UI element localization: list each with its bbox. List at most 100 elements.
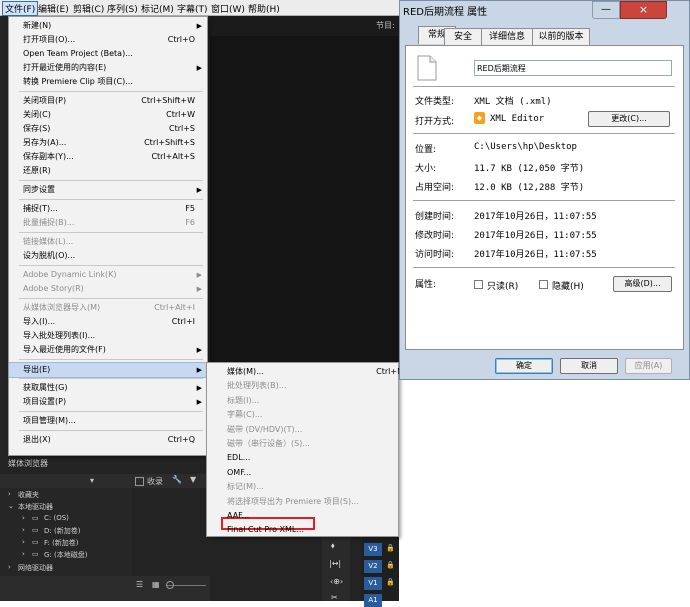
menu-item-label: 获取属性(G) — [23, 383, 68, 392]
export-menu-item[interactable]: EDL... — [207, 451, 398, 465]
tab-security[interactable]: 安全 — [444, 28, 482, 46]
tab-previous-versions[interactable]: 以前的版本 — [532, 28, 590, 46]
open-with-value: XML Editor — [490, 114, 545, 124]
menu-item-label: 磁带（串行设备）(S)... — [227, 439, 310, 448]
file-menu-item[interactable]: 导出(E) ▶ — [9, 362, 207, 378]
tree-drive-d[interactable]: › ▭ D: (新加卷) — [0, 526, 130, 538]
menu-clip[interactable]: 剪辑(C) — [73, 2, 104, 15]
menu-item-label: 字幕(C)... — [227, 410, 263, 420]
file-menu-item[interactable]: 转换 Premiere Clip 项目(C)... — [9, 75, 207, 89]
menu-item-shortcut: F5 — [185, 204, 195, 213]
menu-sequence[interactable]: 序列(S) — [107, 2, 138, 15]
file-menu-item[interactable]: Open Team Project (Beta)... — [9, 47, 207, 61]
filter-icon[interactable]: ▼ — [190, 475, 196, 484]
menu-item-label: EDL... — [227, 453, 251, 463]
menu-file[interactable]: 文件(F) — [2, 1, 39, 16]
tree-drive-f[interactable]: › ▭ F: (新加卷) — [0, 538, 130, 550]
menu-item-shortcut: Ctrl+Alt+S — [151, 152, 195, 161]
file-menu-item[interactable]: 项目管理(M)... — [9, 414, 207, 428]
dropdown-icon[interactable]: ▾ — [90, 476, 94, 485]
menu-marker[interactable]: 标记(M) — [141, 2, 174, 15]
change-button[interactable]: 更改(C)... — [588, 111, 670, 127]
lock-icon[interactable]: 🔒 — [386, 561, 395, 569]
zoom-slider-handle[interactable] — [166, 581, 174, 589]
file-menu-item[interactable]: 还原(R) — [9, 164, 207, 178]
media-browser-title: 媒体浏览器 — [8, 459, 48, 468]
export-menu-item: 标记(M)... — [207, 480, 398, 494]
track-select-icon[interactable]: ⬧ — [331, 541, 335, 551]
file-menu-item[interactable]: 关闭项目(P) Ctrl+Shift+W — [9, 94, 207, 108]
menu-bar: 文件(F) 编辑(E) 剪辑(C) 序列(S) 标记(M) 字幕(T) 窗口(W… — [0, 0, 399, 16]
created-value: 2017年10月26日，11:07:55 — [474, 212, 597, 222]
chevron-right-icon: › — [8, 563, 11, 571]
file-menu-item[interactable]: 导入批处理列表(I)... — [9, 329, 207, 343]
file-menu-item[interactable]: 设为脱机(O)... — [9, 249, 207, 263]
menu-item-label: 导出(E) — [23, 365, 51, 374]
menu-edit[interactable]: 编辑(E) — [38, 2, 69, 15]
divider — [413, 267, 675, 268]
rolling-edit-icon[interactable]: ‹⊕› — [330, 577, 343, 586]
menu-title[interactable]: 字幕(T) — [177, 2, 208, 15]
readonly-checkbox[interactable] — [474, 280, 483, 289]
tree-favorites[interactable]: › 收藏夹 — [0, 490, 130, 502]
export-menu-item[interactable]: Final Cut Pro XML... — [207, 523, 398, 537]
file-menu-item[interactable]: 获取属性(G) ▶ — [9, 381, 207, 395]
modified-value: 2017年10月26日，11:07:55 — [474, 231, 597, 241]
export-menu-item[interactable]: OMF... — [207, 466, 398, 480]
file-menu-item[interactable]: 导入最近使用的文件(F) ▶ — [9, 343, 207, 357]
advanced-button[interactable]: 高级(D)... — [613, 276, 672, 292]
tree-network-drives[interactable]: › 网络驱动器 — [0, 563, 130, 575]
tree-local-drives[interactable]: ⌄ 本地驱动器 — [0, 502, 130, 514]
ripple-edit-icon[interactable]: |↔| — [329, 559, 341, 568]
dialog-body — [405, 45, 684, 350]
file-menu-item[interactable]: 保存(S) Ctrl+S — [9, 122, 207, 136]
file-menu-item[interactable]: 导入(I)... Ctrl+I — [9, 315, 207, 329]
lock-icon[interactable]: 🔒 — [386, 544, 395, 552]
export-menu-item[interactable]: AAF... — [207, 509, 398, 523]
export-menu-item: 字幕(C)... — [207, 408, 398, 422]
tree-drive-g[interactable]: › ▭ G: (本地磁盘) — [0, 550, 130, 562]
track-v1[interactable]: V1 — [364, 577, 382, 590]
file-menu-item[interactable]: 新建(N) ▶ — [9, 19, 207, 33]
menu-help[interactable]: 帮助(H) — [248, 2, 280, 15]
export-menu-item[interactable]: 媒体(M)... Ctrl+M — [207, 365, 404, 379]
track-v2[interactable]: V2 — [364, 560, 382, 573]
file-menu-item[interactable]: 捕捉(T)... F5 — [9, 202, 207, 216]
close-button[interactable]: × — [620, 1, 667, 19]
tab-details[interactable]: 详细信息 — [481, 28, 533, 46]
file-menu-item[interactable]: 另存为(A)... Ctrl+Shift+S — [9, 136, 207, 150]
menu-separator — [19, 430, 203, 431]
hidden-checkbox[interactable] — [539, 280, 548, 289]
filename-input[interactable] — [474, 60, 672, 76]
menu-window[interactable]: 窗口(W) — [211, 2, 245, 15]
submenu-arrow-icon: ▶ — [196, 384, 202, 392]
grid-view-icon[interactable]: ▦ — [152, 580, 160, 589]
file-menu-item: Adobe Story(R) ▶ — [9, 282, 207, 296]
list-view-icon[interactable]: ☰ — [136, 580, 143, 589]
ok-button[interactable]: 确定 — [495, 358, 553, 374]
readonly-label: 只读(R) — [487, 282, 519, 292]
file-menu-item[interactable]: 打开最近使用的内容(E) ▶ — [9, 61, 207, 75]
media-browser-toolbar: ▾ 收录 🔧 ▼ — [0, 474, 210, 488]
file-menu-item: 链接媒体(L)... — [9, 235, 207, 249]
wrench-icon[interactable]: 🔧 — [172, 475, 182, 484]
tools-panel: ⬧ |↔| ‹⊕› ✂ — [322, 537, 350, 602]
lock-icon[interactable]: 🔒 — [386, 578, 395, 586]
file-menu-item[interactable]: 退出(X) Ctrl+Q — [9, 433, 207, 447]
media-browser-tree: › 收藏夹 ⌄ 本地驱动器 › ▭ C: (OS) › ▭ D: (新加卷) › ▭ F: (新… — [0, 488, 132, 582]
file-menu-item[interactable]: 关闭(C) Ctrl+W — [9, 108, 207, 122]
submenu-arrow-icon: ▶ — [196, 271, 202, 279]
track-v3[interactable]: V3 — [364, 543, 382, 556]
cancel-button[interactable]: 取消 — [560, 358, 618, 374]
file-menu-item[interactable]: 打开项目(O)... Ctrl+O — [9, 33, 207, 47]
menu-item-label: 导入(I)... — [23, 317, 56, 326]
menu-separator — [19, 411, 203, 412]
collect-checkbox[interactable] — [135, 477, 144, 486]
tree-drive-c[interactable]: › ▭ C: (OS) — [0, 514, 130, 526]
menu-item-label: 标题(I)... — [227, 395, 260, 405]
file-menu-item[interactable]: 保存副本(Y)... Ctrl+Alt+S — [9, 150, 207, 164]
file-menu-item[interactable]: 项目设置(P) ▶ — [9, 395, 207, 409]
file-menu-item[interactable]: 同步设置 ▶ — [9, 183, 207, 197]
apply-button[interactable]: 应用(A) — [625, 358, 672, 374]
minimize-button[interactable]: — — [592, 1, 620, 19]
